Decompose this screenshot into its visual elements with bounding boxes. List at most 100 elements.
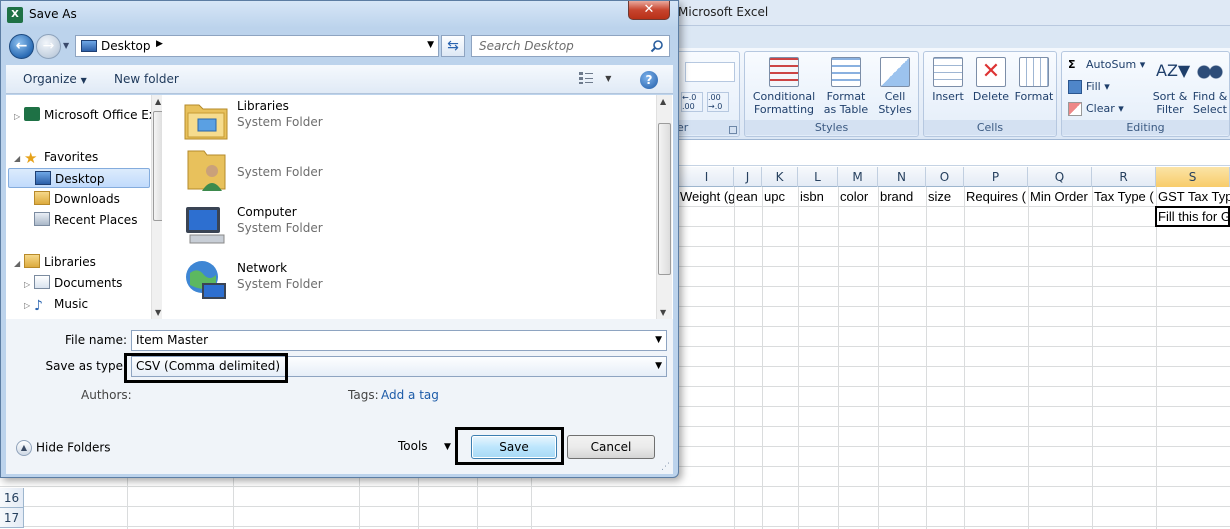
fill-button[interactable]: Fill ▾ bbox=[1068, 80, 1110, 94]
row-header[interactable]: 16 bbox=[0, 488, 24, 508]
scroll-up-icon[interactable]: ▲ bbox=[155, 97, 161, 106]
cell[interactable]: Weight (g bbox=[678, 187, 734, 207]
nav-item-documents[interactable]: ▷ Documents bbox=[24, 273, 122, 293]
column-header[interactable]: I bbox=[680, 167, 734, 187]
cell[interactable]: size bbox=[926, 187, 964, 207]
column-header[interactable]: Q bbox=[1028, 167, 1092, 187]
sort-filter-button[interactable]: AZ▼ Sort & Filter bbox=[1150, 57, 1191, 116]
find-select-button[interactable]: Find & Select bbox=[1190, 57, 1230, 116]
cell[interactable]: upc bbox=[762, 187, 798, 207]
expand-arrow-icon[interactable]: ▷ bbox=[24, 275, 34, 295]
chevron-down-icon[interactable]: ▼ bbox=[444, 442, 451, 452]
cell[interactable]: Requires ( bbox=[964, 187, 1028, 207]
file-name-field[interactable]: Item Master ▼ bbox=[131, 330, 667, 351]
address-bar[interactable]: Desktop ▶ ▼ bbox=[75, 35, 439, 57]
nav-item-desktop[interactable]: Desktop bbox=[8, 168, 150, 188]
music-icon: ♪ bbox=[34, 298, 43, 314]
column-header[interactable]: R bbox=[1092, 167, 1156, 187]
nav-item-recent-places[interactable]: Recent Places bbox=[34, 210, 137, 230]
tags-label: Tags: bbox=[348, 388, 379, 402]
cell-styles-button[interactable]: Cell Styles bbox=[873, 57, 917, 116]
cell[interactable]: Tax Type ( bbox=[1092, 187, 1156, 207]
file-type: System Folder bbox=[237, 115, 323, 129]
recent-locations-dropdown-icon[interactable]: ▼ bbox=[63, 41, 69, 50]
desktop-icon bbox=[35, 171, 51, 185]
tools-button[interactable]: Tools bbox=[398, 439, 428, 453]
file-list-scrollbar[interactable]: ▲ ▼ bbox=[656, 95, 672, 319]
cell[interactable]: Min Order bbox=[1028, 187, 1092, 207]
address-dropdown-icon[interactable]: ▼ bbox=[427, 40, 434, 50]
scroll-up-icon[interactable]: ▲ bbox=[660, 97, 666, 106]
dialog-title-bar[interactable]: X Save As ✕ bbox=[1, 1, 678, 28]
nav-item-downloads[interactable]: Downloads bbox=[34, 189, 120, 209]
cell[interactable]: brand bbox=[878, 187, 926, 207]
libraries-folder-icon bbox=[184, 104, 228, 140]
cell[interactable]: isbn bbox=[798, 187, 838, 207]
collapse-arrow-icon[interactable]: ◢ bbox=[14, 254, 24, 274]
chevron-down-icon[interactable]: ▼ bbox=[655, 357, 662, 376]
column-header[interactable]: L bbox=[798, 167, 838, 187]
recent-places-icon bbox=[34, 212, 50, 226]
number-dialog-launcher[interactable] bbox=[729, 126, 737, 134]
add-tag-link[interactable]: Add a tag bbox=[381, 388, 439, 402]
excel-icon bbox=[24, 107, 40, 121]
format-as-table-button[interactable]: Format as Table bbox=[821, 57, 871, 116]
cell[interactable]: color bbox=[838, 187, 878, 207]
file-name: Network bbox=[237, 261, 288, 275]
breadcrumb-arrow-icon[interactable]: ▶ bbox=[156, 39, 163, 49]
scroll-down-icon[interactable]: ▼ bbox=[155, 308, 161, 317]
change-view-button[interactable]: ▼ bbox=[578, 71, 616, 89]
back-button[interactable]: ← bbox=[9, 34, 34, 59]
resize-grip-icon[interactable]: ⋰ bbox=[661, 462, 671, 472]
excel-title: Microsoft Excel bbox=[678, 5, 769, 19]
scroll-down-icon[interactable]: ▼ bbox=[660, 308, 666, 317]
cell[interactable]: GST Tax Typ bbox=[1156, 187, 1230, 207]
column-header[interactable]: M bbox=[838, 167, 878, 187]
expand-arrow-icon[interactable]: ▷ bbox=[14, 107, 24, 127]
delete-button[interactable]: ✕ Delete bbox=[970, 57, 1012, 103]
collapse-arrow-icon[interactable]: ◢ bbox=[14, 149, 24, 169]
cancel-button[interactable]: Cancel bbox=[567, 435, 655, 459]
chevron-down-icon[interactable]: ▼ bbox=[655, 331, 662, 350]
cell[interactable]: ean bbox=[734, 187, 762, 207]
increase-decimal-button[interactable]: ←.0.00 bbox=[681, 92, 703, 112]
conditional-formatting-icon bbox=[769, 57, 799, 87]
column-header-selected[interactable]: S bbox=[1156, 167, 1230, 187]
refresh-button[interactable]: ⇆ bbox=[441, 35, 465, 57]
expand-arrow-icon[interactable]: ▷ bbox=[24, 296, 34, 316]
autosum-button[interactable]: Σ AutoSum ▾ bbox=[1068, 58, 1145, 72]
view-list-icon bbox=[579, 72, 593, 84]
annotation-box-save-as-type bbox=[124, 353, 288, 383]
column-header[interactable]: J bbox=[734, 167, 762, 187]
column-header[interactable]: P bbox=[964, 167, 1028, 187]
close-button[interactable]: ✕ bbox=[628, 1, 670, 20]
nav-item-favorites[interactable]: ◢ ★ Favorites bbox=[14, 147, 98, 167]
column-header[interactable]: K bbox=[762, 167, 798, 187]
cells-group-label: Cells bbox=[924, 120, 1056, 135]
forward-button[interactable]: → bbox=[36, 34, 61, 59]
format-button[interactable]: Format bbox=[1012, 57, 1056, 103]
user-folder-icon bbox=[187, 150, 226, 191]
binoculars-icon bbox=[1195, 57, 1225, 87]
row-header[interactable]: 17 bbox=[0, 508, 24, 528]
nav-item-libraries[interactable]: ◢ Libraries bbox=[14, 252, 96, 272]
insert-button[interactable]: Insert bbox=[926, 57, 970, 103]
organize-button[interactable]: Organize ▼ bbox=[23, 72, 87, 86]
column-header[interactable]: N bbox=[878, 167, 926, 187]
new-folder-button[interactable]: New folder bbox=[114, 72, 179, 86]
decrease-decimal-button[interactable]: .00 →.0 bbox=[707, 92, 729, 112]
clear-button[interactable]: Clear ▾ bbox=[1068, 102, 1124, 116]
address-text[interactable]: Desktop bbox=[101, 39, 151, 53]
dialog-title: Save As bbox=[29, 7, 77, 21]
conditional-formatting-button[interactable]: Conditional Formatting bbox=[749, 57, 819, 116]
scrollbar-thumb[interactable] bbox=[658, 123, 671, 275]
column-header[interactable]: O bbox=[926, 167, 964, 187]
search-icon[interactable] bbox=[650, 39, 664, 53]
number-format-dropdown[interactable] bbox=[685, 62, 735, 82]
nav-item-microsoft-office-excel[interactable]: ▷ Microsoft Office Ex bbox=[14, 105, 156, 125]
search-input[interactable]: Search Desktop bbox=[471, 35, 670, 57]
nav-item-music[interactable]: ▷ ♪ Music bbox=[24, 294, 88, 314]
navigation-bar: ← → ▼ Desktop ▶ ▼ ⇆ Search Desktop bbox=[1, 29, 678, 63]
help-button[interactable]: ? bbox=[640, 71, 658, 89]
hide-folders-button[interactable]: ▲ Hide Folders bbox=[16, 440, 111, 456]
